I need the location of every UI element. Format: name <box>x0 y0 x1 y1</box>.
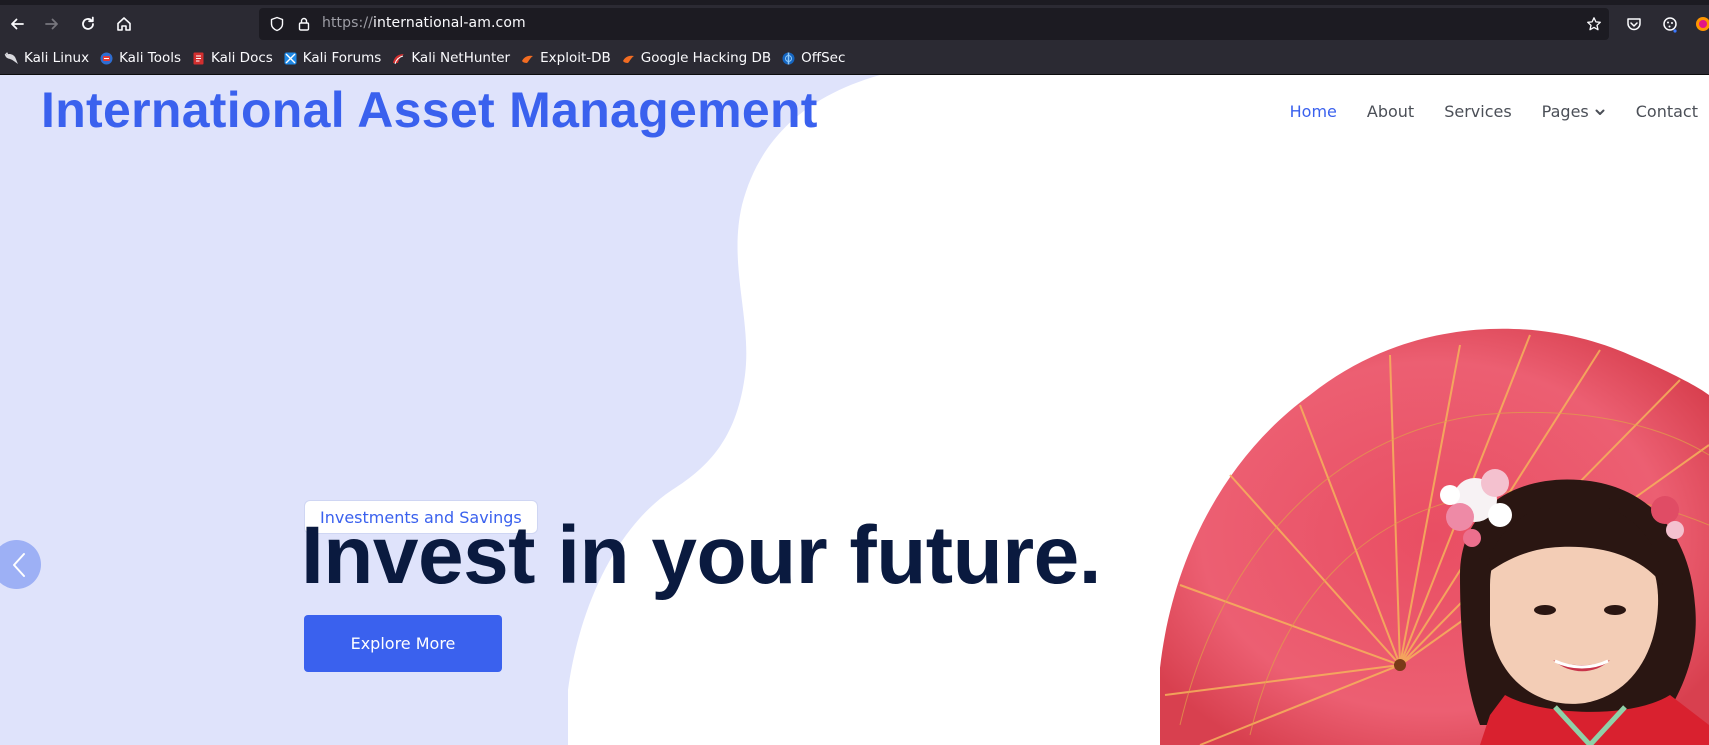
browser-chrome: https://international-am.com Kali Linux … <box>0 0 1709 75</box>
tracking-protection-shield-icon[interactable] <box>269 16 285 32</box>
hero-image-woman-with-red-parasol <box>1160 328 1709 745</box>
firefox-menu-icon[interactable] <box>1694 12 1709 36</box>
lock-icon[interactable] <box>296 16 312 32</box>
nav-about[interactable]: About <box>1367 102 1414 121</box>
nav-services[interactable]: Services <box>1444 102 1511 121</box>
bookmark-label: Kali NetHunter <box>411 50 511 66</box>
bookmark-kali-docs[interactable]: Kali Docs <box>187 47 278 69</box>
pocket-icon[interactable] <box>1622 12 1646 36</box>
bookmark-kali-nethunter[interactable]: Kali NetHunter <box>387 47 515 69</box>
bookmark-offsec[interactable]: OffSec <box>777 47 850 69</box>
url-text[interactable]: https://international-am.com <box>322 15 526 31</box>
bookmark-label: Kali Docs <box>211 50 273 66</box>
kali-forums-icon <box>284 52 297 64</box>
bookmarks-toolbar: Kali Linux Kali Tools Kali Docs Kali For… <box>0 46 1709 70</box>
kali-dragon-icon <box>4 51 18 64</box>
bookmark-label: Kali Forums <box>302 50 382 66</box>
bookmark-kali-forums[interactable]: Kali Forums <box>279 47 387 69</box>
address-bar[interactable]: https://international-am.com <box>259 8 1609 40</box>
bookmark-label: OffSec <box>801 50 846 66</box>
bookmark-exploit-db[interactable]: Exploit-DB <box>516 47 616 69</box>
site-brand-logo[interactable]: International Asset Management <box>41 81 818 139</box>
kali-tools-icon <box>100 52 113 64</box>
web-page: International Asset Management Home Abou… <box>0 75 1709 745</box>
nav-pages-label: Pages <box>1541 102 1589 121</box>
main-navigation: Home About Services Pages Contact <box>1260 102 1698 121</box>
bookmark-kali-linux[interactable]: Kali Linux <box>0 47 94 69</box>
explore-more-button[interactable]: Explore More <box>304 615 502 672</box>
chevron-left-icon <box>12 552 25 577</box>
offsec-icon <box>782 52 795 64</box>
exploit-db-icon <box>522 55 534 63</box>
kali-docs-icon <box>193 52 204 64</box>
url-host: international-am.com <box>372 15 526 31</box>
forward-arrow-icon[interactable] <box>40 12 64 36</box>
ghdb-icon <box>622 55 634 63</box>
back-arrow-icon[interactable] <box>5 12 29 36</box>
chevron-down-icon <box>1595 109 1605 115</box>
browser-toolbar: https://international-am.com <box>0 5 1709 42</box>
bookmark-label: Exploit-DB <box>540 50 611 66</box>
kali-nethunter-icon <box>393 53 405 64</box>
bookmark-label: Google Hacking DB <box>640 50 772 66</box>
nav-pages[interactable]: Pages <box>1542 102 1606 121</box>
bookmark-kali-tools[interactable]: Kali Tools <box>95 47 186 69</box>
home-icon[interactable] <box>112 12 136 36</box>
hero-headline: Invest in your future. <box>301 510 1102 601</box>
extensions-icon[interactable] <box>1658 12 1682 36</box>
reload-icon[interactable] <box>76 12 100 36</box>
nav-home[interactable]: Home <box>1290 102 1337 121</box>
url-scheme: https:// <box>322 15 373 31</box>
nav-contact[interactable]: Contact <box>1636 102 1698 121</box>
bookmark-label: Kali Tools <box>119 50 181 66</box>
bookmark-star-icon[interactable] <box>1586 16 1602 32</box>
bookmark-label: Kali Linux <box>24 50 90 66</box>
bookmark-google-hacking-db[interactable]: Google Hacking DB <box>617 47 776 69</box>
